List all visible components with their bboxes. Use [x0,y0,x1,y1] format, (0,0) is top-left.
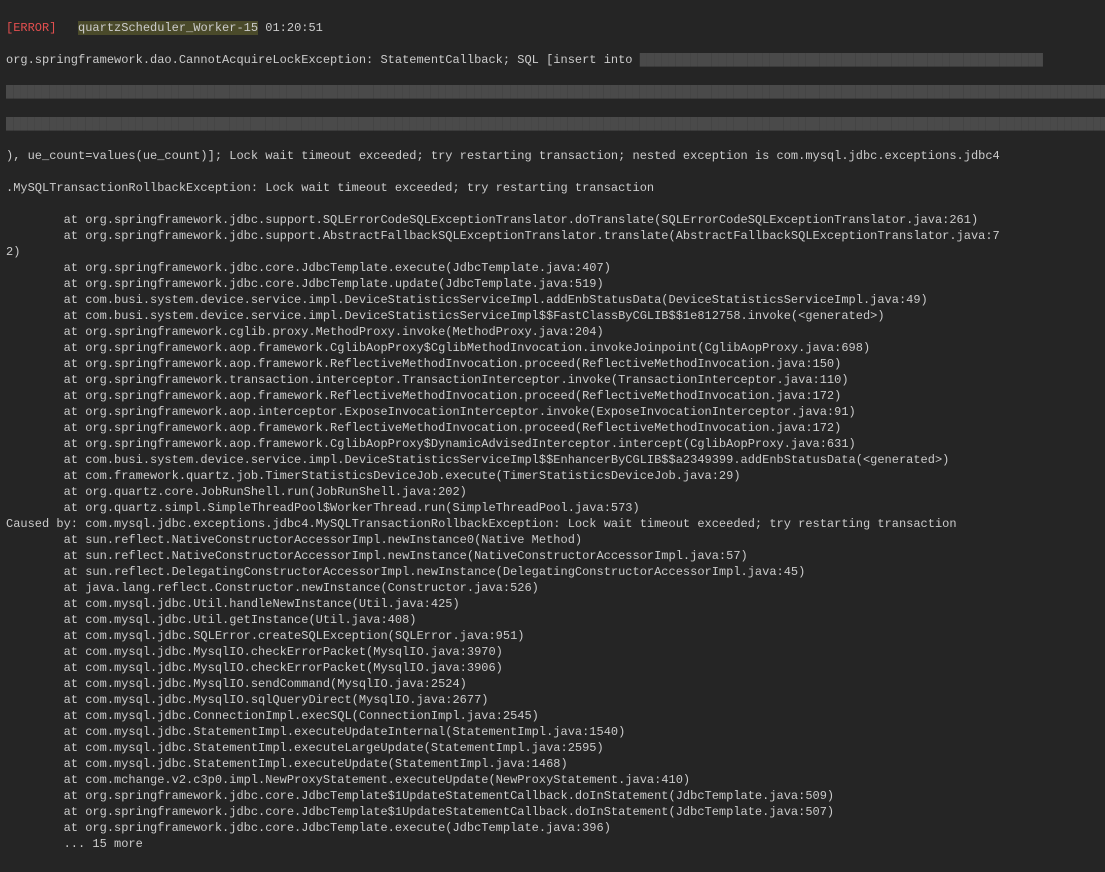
stack-frame: at org.springframework.jdbc.core.JdbcTem… [6,260,1099,276]
stack-frame: at org.springframework.jdbc.core.JdbcTem… [6,788,1099,804]
stack-frame: at org.springframework.jdbc.core.JdbcTem… [6,804,1099,820]
exception-sql-tail: ), ue_count=values(ue_count)]; Lock wait… [6,148,1099,164]
stack-frame: at com.mysql.jdbc.StatementImpl.executeL… [6,740,1099,756]
stack-frame: at com.busi.system.device.service.impl.D… [6,308,1099,324]
stack-frame: at com.mysql.jdbc.StatementImpl.executeU… [6,756,1099,772]
stack-frame: at org.quartz.core.JobRunShell.run(JobRu… [6,484,1099,500]
stack-frame: at org.springframework.jdbc.core.JdbcTem… [6,276,1099,292]
stack-frame: at org.springframework.jdbc.support.Abst… [6,228,1099,244]
stack-frame: at com.mysql.jdbc.SQLError.createSQLExce… [6,628,1099,644]
stack-trace: at org.springframework.jdbc.support.SQLE… [6,212,1099,852]
obfuscated-sql-2: ████████████████████████████████████████… [6,84,1099,100]
stack-frame: at sun.reflect.NativeConstructorAccessor… [6,548,1099,564]
stack-frame: at com.busi.system.device.service.impl.D… [6,452,1099,468]
stack-frame: at com.mysql.jdbc.ConnectionImpl.execSQL… [6,708,1099,724]
stack-frame: at com.mysql.jdbc.MysqlIO.checkErrorPack… [6,644,1099,660]
stack-frame: at org.springframework.transaction.inter… [6,372,1099,388]
exception-rollback: .MySQLTransactionRollbackException: Lock… [6,180,1099,196]
log-viewport: [ERROR] quartzScheduler_Worker-15 01:20:… [0,0,1105,872]
stack-frame: at com.mysql.jdbc.Util.getInstance(Util.… [6,612,1099,628]
stack-frame: at org.quartz.simpl.SimpleThreadPool$Wor… [6,500,1099,516]
exception-sql-line: org.springframework.dao.CannotAcquireLoc… [6,52,1099,68]
stack-frame: at org.springframework.jdbc.support.SQLE… [6,212,1099,228]
stack-frame: at org.springframework.aop.interceptor.E… [6,404,1099,420]
stack-frame: 2) [6,244,1099,260]
stack-frame: at sun.reflect.DelegatingConstructorAcce… [6,564,1099,580]
stack-frame: at org.springframework.jdbc.core.JdbcTem… [6,820,1099,836]
stack-frame: at org.springframework.aop.framework.Ref… [6,356,1099,372]
stack-frame: at com.mysql.jdbc.MysqlIO.sendCommand(My… [6,676,1099,692]
stack-frame: at com.mysql.jdbc.Util.handleNewInstance… [6,596,1099,612]
timestamp: 01:20:51 [265,21,323,35]
stack-frame: at com.mysql.jdbc.MysqlIO.sqlQueryDirect… [6,692,1099,708]
stack-frame: Caused by: com.mysql.jdbc.exceptions.jdb… [6,516,1099,532]
stack-frame: at com.framework.quartz.job.TimerStatist… [6,468,1099,484]
stack-frame: at com.mysql.jdbc.StatementImpl.executeU… [6,724,1099,740]
thread-name: quartzScheduler_Worker-15 [78,21,258,35]
obfuscated-sql-3: ████████████████████████████████████████… [6,116,1099,132]
stack-frame: ... 15 more [6,836,1099,852]
stack-frame: at org.springframework.cglib.proxy.Metho… [6,324,1099,340]
obfuscated-sql-1: ████████████████████████████████████████… [640,53,1043,67]
log-header-line: [ERROR] quartzScheduler_Worker-15 01:20:… [6,20,1099,36]
stack-frame: at org.springframework.aop.framework.Cgl… [6,340,1099,356]
stack-frame: at com.mchange.v2.c3p0.impl.NewProxyStat… [6,772,1099,788]
stack-frame: at sun.reflect.NativeConstructorAccessor… [6,532,1099,548]
error-label: [ERROR] [6,21,56,35]
exception-sql-prefix: org.springframework.dao.CannotAcquireLoc… [6,53,640,67]
stack-frame: at com.busi.system.device.service.impl.D… [6,292,1099,308]
stack-frame: at com.mysql.jdbc.MysqlIO.checkErrorPack… [6,660,1099,676]
stack-frame: at org.springframework.aop.framework.Ref… [6,388,1099,404]
stack-frame: at java.lang.reflect.Constructor.newInst… [6,580,1099,596]
stack-frame: at org.springframework.aop.framework.Ref… [6,420,1099,436]
spacer [56,21,78,35]
stack-frame: at org.springframework.aop.framework.Cgl… [6,436,1099,452]
